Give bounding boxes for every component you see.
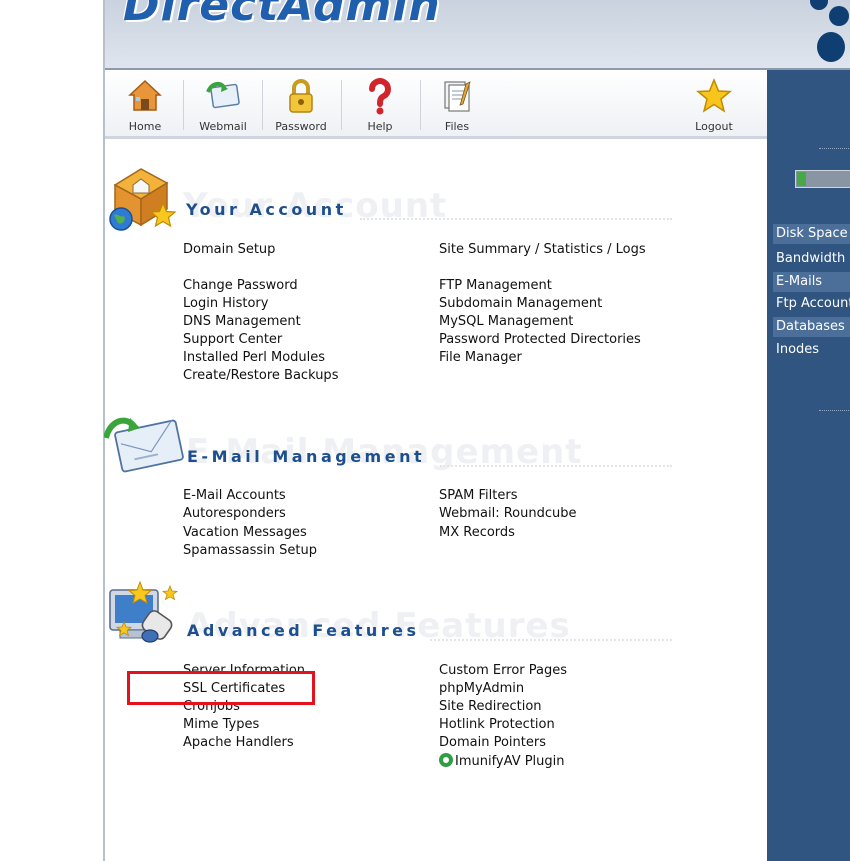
link-mysql-management[interactable]: MySQL Management [439, 314, 573, 329]
section-title-advanced-features: Advanced Features [187, 621, 420, 640]
link-site-summary[interactable]: Site Summary / Statistics / Logs [439, 242, 646, 257]
link-imunifyav-plugin-label: ImunifyAV Plugin [455, 754, 565, 769]
advanced-features-icon [109, 580, 179, 643]
link-password-protected-directories[interactable]: Password Protected Directories [439, 332, 641, 347]
link-webmail-roundcube[interactable]: Webmail: Roundcube [439, 506, 576, 521]
highlight-box [127, 671, 315, 705]
link-autoresponders[interactable]: Autoresponders [183, 506, 286, 521]
link-create-restore-backups[interactable]: Create/Restore Backups [183, 368, 338, 383]
toolbar-home[interactable]: Home [107, 70, 183, 136]
link-dns-management[interactable]: DNS Management [183, 314, 301, 329]
link-spam-filters[interactable]: SPAM Filters [439, 488, 517, 503]
link-mx-records[interactable]: MX Records [439, 525, 515, 540]
webmail-icon [206, 81, 240, 109]
account-icon [109, 168, 177, 231]
link-email-accounts[interactable]: E-Mail Accounts [183, 488, 286, 503]
link-subdomain-management[interactable]: Subdomain Management [439, 296, 602, 311]
link-ftp-management[interactable]: FTP Management [439, 278, 552, 293]
usage-sidebar: Disk Space Bandwidth E-Mails Ftp Account… [767, 70, 850, 861]
left-gutter [0, 0, 103, 861]
toolbar-files-label: Files [444, 120, 470, 133]
link-site-redirection[interactable]: Site Redirection [439, 699, 542, 714]
lock-icon [289, 79, 313, 113]
paw-print-icon [810, 0, 828, 10]
header-banner: DirectAdmin [105, 0, 850, 70]
imunify-gear-icon [439, 753, 453, 767]
disk-usage-progress [795, 170, 850, 188]
star-icon [696, 78, 732, 113]
link-mime-types[interactable]: Mime Types [183, 717, 259, 732]
disk-usage-progress-fill [797, 172, 806, 186]
sidebar-item-ftp-accounts[interactable]: Ftp Accounts [773, 294, 850, 314]
section-title-your-account: Your Account [186, 200, 347, 219]
email-icon [104, 417, 184, 473]
link-change-password[interactable]: Change Password [183, 278, 298, 293]
toolbar-help[interactable]: Help [342, 70, 418, 136]
home-icon [128, 79, 162, 111]
question-icon [369, 78, 391, 115]
sidebar-item-disk-space[interactable]: Disk Space [773, 224, 850, 244]
link-apache-handlers[interactable]: Apache Handlers [183, 735, 294, 750]
toolbar-help-label: Help [367, 120, 393, 133]
link-hotlink-protection[interactable]: Hotlink Protection [439, 717, 555, 732]
toolbar-separator [183, 80, 184, 130]
toolbar-webmail[interactable]: Webmail [185, 70, 261, 136]
link-installed-perl-modules[interactable]: Installed Perl Modules [183, 350, 325, 365]
link-imunifyav-plugin[interactable]: ImunifyAV Plugin [439, 753, 565, 769]
link-phpmyadmin[interactable]: phpMyAdmin [439, 681, 524, 696]
toolbar-files[interactable]: Files [419, 70, 495, 136]
link-file-manager[interactable]: File Manager [439, 350, 522, 365]
link-login-history[interactable]: Login History [183, 296, 268, 311]
toolbar-logout[interactable]: Logout [676, 70, 752, 136]
divider [819, 410, 849, 411]
toolbar-password-label: Password [275, 120, 327, 133]
link-domain-setup[interactable]: Domain Setup [183, 242, 275, 257]
toolbar-home-label: Home [128, 120, 162, 133]
link-custom-error-pages[interactable]: Custom Error Pages [439, 663, 567, 678]
section-title-email-management: E-Mail Management [187, 447, 426, 466]
toolbar-webmail-label: Webmail [199, 120, 247, 133]
toolbar: Home Webmail Password Help Files Logout [105, 70, 767, 139]
section-divider [360, 218, 672, 220]
link-vacation-messages[interactable]: Vacation Messages [183, 525, 307, 540]
divider [819, 148, 849, 149]
sidebar-item-databases[interactable]: Databases [773, 317, 850, 337]
toolbar-password[interactable]: Password [263, 70, 339, 136]
files-icon [444, 81, 471, 112]
section-divider [440, 465, 672, 467]
paw-print-icon [829, 6, 849, 26]
link-support-center[interactable]: Support Center [183, 332, 282, 347]
logo: DirectAdmin [123, 0, 441, 31]
link-domain-pointers[interactable]: Domain Pointers [439, 735, 546, 750]
paw-print-icon [817, 32, 845, 62]
sidebar-item-emails[interactable]: E-Mails [773, 272, 850, 292]
sidebar-item-inodes[interactable]: Inodes [773, 340, 850, 360]
toolbar-logout-label: Logout [695, 120, 733, 133]
section-divider [430, 639, 672, 641]
link-spamassassin-setup[interactable]: Spamassassin Setup [183, 543, 317, 558]
sidebar-item-bandwidth[interactable]: Bandwidth [773, 249, 850, 269]
